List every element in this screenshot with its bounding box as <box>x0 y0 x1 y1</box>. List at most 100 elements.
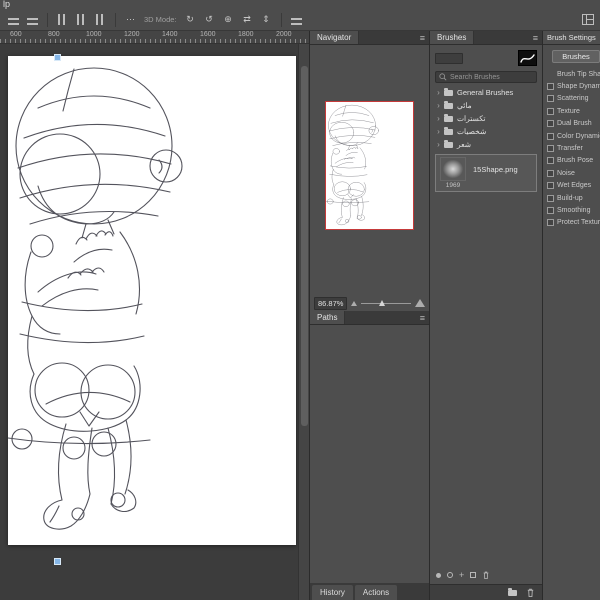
workspace-switcher-icon[interactable] <box>582 14 594 25</box>
path-anchor-handle-top[interactable] <box>54 54 61 61</box>
brush-folder-row[interactable]: › شخصيات <box>430 125 542 138</box>
checkbox[interactable] <box>547 194 554 202</box>
checkbox[interactable] <box>547 219 554 227</box>
chevron-right-icon[interactable]: › <box>435 101 442 110</box>
tab-actions[interactable]: Actions <box>354 585 398 600</box>
zoom-in-icon[interactable] <box>415 299 425 307</box>
checkbox[interactable] <box>547 120 554 128</box>
zoom-slider-thumb[interactable] <box>379 300 386 306</box>
tab-navigator[interactable]: Navigator <box>310 31 360 44</box>
chevron-right-icon[interactable]: › <box>435 127 442 136</box>
panel-menu-icon[interactable]: ≡ <box>416 31 429 44</box>
brushes-panel-header: Brushes ≡ <box>430 31 542 45</box>
checkbox[interactable] <box>547 83 554 91</box>
new-group-icon[interactable] <box>508 587 517 596</box>
sketch-drawing <box>7 67 183 530</box>
setting-label: Color Dynamics <box>557 132 600 140</box>
tab-paths[interactable]: Paths <box>310 311 346 324</box>
distribute-bottom-icon[interactable] <box>93 13 108 26</box>
setting-row-build-up[interactable]: Build-up <box>543 192 600 204</box>
stroke-preview-toggle[interactable] <box>518 50 537 66</box>
path-anchor-handle-bottom[interactable] <box>54 558 61 565</box>
chevron-right-icon[interactable]: › <box>435 88 442 97</box>
checkbox[interactable] <box>547 132 554 140</box>
setting-label: Brush Pose <box>557 157 594 165</box>
3d-roll-icon[interactable]: ↺ <box>202 13 217 26</box>
brush-folder-row[interactable]: › مائي <box>430 99 542 112</box>
align-extra-icon[interactable] <box>289 13 304 26</box>
paths-panel-body <box>310 325 429 583</box>
tab-brush-settings[interactable]: Brush Settings <box>543 31 600 44</box>
checkbox[interactable] <box>547 206 554 214</box>
align-left-glyph <box>8 14 19 25</box>
setting-row-transfer[interactable]: Transfer <box>543 142 600 154</box>
zoom-percentage-field[interactable]: 86.87% <box>314 296 348 310</box>
ruler-ticks <box>0 39 309 43</box>
document-window <box>0 44 309 600</box>
setting-row-smoothing[interactable]: Smoothing <box>543 204 600 216</box>
brush-settings-column: Brush Settings Brushes Brush Tip Shape S… <box>542 31 600 600</box>
3d-scale-icon[interactable]: ⇕ <box>259 13 274 26</box>
menu-help-fragment[interactable]: lp <box>3 0 10 9</box>
brush-folder-row[interactable]: › شعر <box>430 138 542 151</box>
setting-row-noise[interactable]: Noise <box>543 167 600 179</box>
align-center-glyph <box>27 14 38 25</box>
setting-row-dual-brush[interactable]: Dual Brush <box>543 118 600 130</box>
setting-row-brush-tip-shape[interactable]: Brush Tip Shape <box>543 68 600 80</box>
chevron-right-icon[interactable]: › <box>435 114 442 123</box>
distribute-top-icon[interactable] <box>55 13 70 26</box>
setting-row-color-dynamics[interactable]: Color Dynamics <box>543 130 600 142</box>
checkbox[interactable] <box>547 145 554 153</box>
folder-label: شخصيات <box>457 127 487 136</box>
distribute-middle-glyph <box>76 14 87 25</box>
brush-size-value: 1969 <box>445 182 461 189</box>
setting-row-shape-dynamics[interactable]: Shape Dynamics <box>543 80 600 92</box>
horizontal-ruler[interactable]: 600 800 1000 1200 1400 1600 1800 2000 <box>0 31 309 44</box>
checkbox[interactable] <box>547 169 554 177</box>
canvas[interactable] <box>7 56 296 545</box>
brushes-button[interactable]: Brushes <box>552 50 600 63</box>
brush-folder-row[interactable]: › تكسترات <box>430 112 542 125</box>
distribute-middle-icon[interactable] <box>74 13 89 26</box>
more-options-icon[interactable]: ⋯ <box>123 13 138 26</box>
brush-list-view-icon[interactable] <box>470 572 477 578</box>
setting-row-brush-pose[interactable]: Brush Pose <box>543 155 600 167</box>
brush-tip-view-icon[interactable] <box>436 572 441 578</box>
brush-preview-thumbnail <box>440 157 466 181</box>
3d-drag-icon[interactable]: ⊕ <box>221 13 236 26</box>
brush-preset-selected[interactable]: 1969 15Shape.png <box>435 154 537 192</box>
ruler-label: 600 <box>10 31 22 38</box>
tab-brushes[interactable]: Brushes <box>430 31 475 44</box>
setting-row-wet-edges[interactable]: Wet Edges <box>543 180 600 192</box>
vertical-scrollbar-thumb[interactable] <box>301 66 308 426</box>
navigator-proxy-view[interactable] <box>325 101 414 230</box>
trash-icon[interactable] <box>526 587 535 598</box>
chevron-right-icon[interactable]: › <box>435 140 442 149</box>
align-left-icon[interactable] <box>6 13 21 26</box>
align-extra-glyph <box>290 14 302 25</box>
checkbox[interactable] <box>547 157 554 165</box>
delete-brush-icon[interactable] <box>482 570 490 580</box>
zoom-out-icon[interactable] <box>351 300 358 306</box>
brush-size-field[interactable] <box>435 52 463 64</box>
setting-label: Scattering <box>557 95 589 103</box>
tab-history[interactable]: History <box>312 585 353 600</box>
checkbox[interactable] <box>547 107 554 115</box>
brush-stroke-view-icon[interactable] <box>447 572 453 578</box>
align-center-icon[interactable] <box>25 13 40 26</box>
setting-row-scattering[interactable]: Scattering <box>543 93 600 105</box>
3d-slide-icon[interactable]: ⇄ <box>240 13 255 26</box>
checkbox[interactable] <box>547 182 554 190</box>
setting-row-protect-texture[interactable]: Protect Texture <box>543 217 600 229</box>
search-input[interactable]: Search Brushes <box>435 71 537 83</box>
3d-orbit-icon[interactable]: ↻ <box>183 13 198 26</box>
vertical-scrollbar[interactable] <box>298 44 309 600</box>
setting-row-texture[interactable]: Texture <box>543 105 600 117</box>
brush-settings-panel-header: Brush Settings <box>543 31 600 45</box>
brush-folder-row[interactable]: › General Brushes <box>430 86 542 99</box>
checkbox[interactable] <box>547 95 554 103</box>
new-brush-icon[interactable]: + <box>459 570 464 580</box>
panel-menu-icon[interactable]: ≡ <box>529 31 542 44</box>
zoom-slider[interactable] <box>361 298 411 308</box>
panel-menu-icon[interactable]: ≡ <box>416 311 429 324</box>
